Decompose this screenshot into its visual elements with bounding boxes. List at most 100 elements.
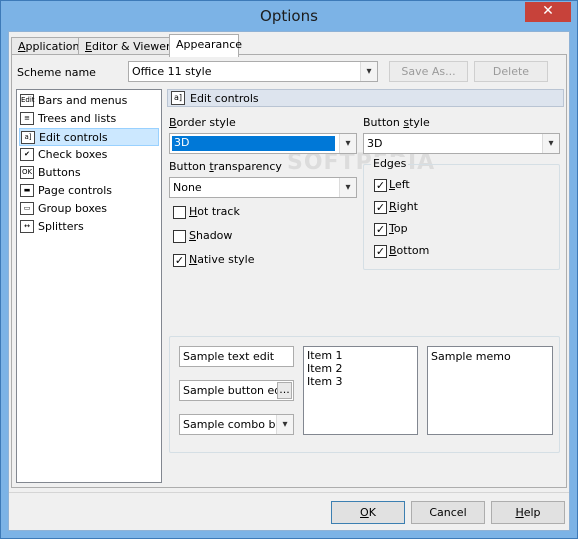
dialog-client: Application Editor & Viewers Appearance … bbox=[8, 31, 570, 531]
hot-track-label[interactable]: Hot track bbox=[189, 205, 240, 218]
border-style-label: Border style bbox=[169, 116, 236, 129]
button-icon: OK bbox=[20, 166, 34, 179]
splitter-icon: ↔ bbox=[20, 220, 34, 233]
edge-bottom-mnemonic: B bbox=[389, 244, 397, 257]
ok-mnemonic: O bbox=[360, 506, 369, 519]
tree-item-page-controls[interactable]: ▬ Page controls bbox=[19, 182, 159, 200]
edit-control-icon: a] bbox=[171, 91, 185, 105]
tree-item-buttons[interactable]: OK Buttons bbox=[19, 164, 159, 182]
tree-item-edit-controls[interactable]: a] Edit controls bbox=[19, 128, 159, 146]
tab-application-label: pplication bbox=[25, 40, 80, 53]
chevron-down-icon[interactable]: ▾ bbox=[339, 178, 356, 197]
edge-top-label[interactable]: Top bbox=[389, 222, 408, 235]
list-item[interactable]: Item 1 bbox=[307, 349, 343, 362]
button-transparency-value: None bbox=[173, 181, 202, 194]
sample-combo-box[interactable]: Sample combo box ▾ bbox=[179, 414, 294, 435]
help-label: elp bbox=[523, 506, 541, 519]
border-style-label-text: order style bbox=[176, 116, 236, 129]
native-style-checkbox[interactable]: ✓ bbox=[173, 254, 186, 267]
tree-item-trees-and-lists[interactable]: ≡ Trees and lists bbox=[19, 110, 159, 128]
tree-item-splitters[interactable]: ↔ Splitters bbox=[19, 218, 159, 236]
checkbox-icon: ✔ bbox=[20, 148, 34, 161]
save-as-button[interactable]: Save As... bbox=[389, 61, 468, 82]
chevron-down-icon[interactable]: ▾ bbox=[542, 134, 559, 153]
chevron-down-icon[interactable]: ▾ bbox=[360, 62, 377, 81]
tree-item-label: Page controls bbox=[38, 184, 112, 197]
sample-groupbox: Sample text edit Sample button edit ... … bbox=[169, 336, 560, 453]
delete-button[interactable]: Delete bbox=[474, 61, 548, 82]
sample-button-edit-value: Sample button edit bbox=[183, 384, 289, 397]
tree-item-label: Bars and menus bbox=[38, 94, 128, 107]
appearance-panel: SOFTPEDIA Scheme name Office 11 style ▾ … bbox=[11, 54, 567, 488]
edge-left-checkbox[interactable]: ✓ bbox=[374, 179, 387, 192]
category-tree[interactable]: Edit Bars and menus ≡ Trees and lists a]… bbox=[16, 89, 162, 483]
native-style-label[interactable]: Native style bbox=[189, 253, 255, 266]
button-style-combo[interactable]: 3D ▾ bbox=[363, 133, 560, 154]
tree-item-check-boxes[interactable]: ✔ Check boxes bbox=[19, 146, 159, 164]
tree-item-label: Buttons bbox=[38, 166, 81, 179]
chevron-down-icon[interactable]: ▾ bbox=[339, 134, 356, 153]
sample-listbox[interactable]: Item 1 Item 2 Item 3 bbox=[303, 346, 418, 435]
page-control-icon: ▬ bbox=[20, 184, 34, 197]
list-item[interactable]: Item 2 bbox=[307, 362, 343, 375]
edge-right-checkbox[interactable]: ✓ bbox=[374, 201, 387, 214]
options-window: Options ✕ Application Editor & Viewers A… bbox=[0, 0, 578, 539]
edge-right-label-text: ight bbox=[396, 200, 418, 213]
edge-top-label-text: op bbox=[393, 222, 408, 235]
tree-item-label: Trees and lists bbox=[38, 112, 117, 125]
scheme-name-combo[interactable]: Office 11 style ▾ bbox=[128, 61, 378, 82]
edge-bottom-label-text: ottom bbox=[396, 244, 430, 257]
groupbox-icon: ▭ bbox=[20, 202, 34, 215]
tree-item-bars-and-menus[interactable]: Edit Bars and menus bbox=[19, 92, 159, 110]
edges-groupbox: Edges ✓ Left ✓ Right ✓ Top ✓ Bottom bbox=[363, 157, 560, 270]
ellipsis-icon[interactable]: ... bbox=[277, 382, 292, 399]
edit-control-icon: a] bbox=[21, 131, 35, 144]
list-item[interactable]: Item 3 bbox=[307, 375, 343, 388]
bars-icon: Edit bbox=[20, 94, 35, 107]
button-style-label: Button style bbox=[363, 116, 430, 129]
sample-text-edit[interactable]: Sample text edit bbox=[179, 346, 294, 367]
button-style-label-pre: Button bbox=[363, 116, 404, 129]
button-style-value: 3D bbox=[367, 137, 383, 150]
close-icon: ✕ bbox=[542, 3, 554, 19]
close-button[interactable]: ✕ bbox=[525, 2, 571, 22]
help-mnemonic: H bbox=[515, 506, 524, 519]
shadow-label[interactable]: Shadow bbox=[189, 229, 232, 242]
tab-appearance[interactable]: Appearance bbox=[169, 34, 243, 57]
sample-memo[interactable]: Sample memo bbox=[427, 346, 553, 435]
edge-bottom-label[interactable]: Bottom bbox=[389, 244, 429, 257]
border-style-combo[interactable]: 3D ▾ bbox=[169, 133, 357, 154]
tree-icon: ≡ bbox=[20, 112, 34, 125]
sample-button-edit[interactable]: Sample button edit ... bbox=[179, 380, 294, 401]
section-header: a] Edit controls bbox=[167, 89, 564, 107]
hot-track-label-text: ot track bbox=[197, 205, 240, 218]
ok-button[interactable]: OK bbox=[331, 501, 405, 524]
shadow-checkbox[interactable] bbox=[173, 230, 186, 243]
edge-right-label[interactable]: Right bbox=[389, 200, 418, 213]
edge-bottom-checkbox[interactable]: ✓ bbox=[374, 245, 387, 258]
section-title: Edit controls bbox=[190, 92, 259, 105]
border-style-value: 3D bbox=[172, 136, 335, 151]
window-title: Options bbox=[260, 7, 318, 25]
button-transparency-label: Button transparency bbox=[169, 160, 282, 173]
tab-appearance-label: Appearance bbox=[176, 38, 243, 51]
native-style-mnemonic: N bbox=[189, 253, 198, 266]
edge-left-label-text: eft bbox=[394, 178, 410, 191]
native-style-label-text: ative style bbox=[197, 253, 255, 266]
edge-left-label[interactable]: Left bbox=[389, 178, 410, 191]
edge-top-checkbox[interactable]: ✓ bbox=[374, 223, 387, 236]
help-button[interactable]: Help bbox=[491, 501, 565, 524]
button-transparency-combo[interactable]: None ▾ bbox=[169, 177, 357, 198]
tree-item-group-boxes[interactable]: ▭ Group boxes bbox=[19, 200, 159, 218]
chevron-down-icon[interactable]: ▾ bbox=[276, 415, 293, 434]
hot-track-checkbox[interactable] bbox=[173, 206, 186, 219]
tree-item-label: Splitters bbox=[38, 220, 84, 233]
sample-text-edit-value: Sample text edit bbox=[183, 350, 275, 363]
tree-item-label: Edit controls bbox=[39, 131, 108, 144]
scheme-name-value: Office 11 style bbox=[132, 65, 212, 78]
tree-item-label: Group boxes bbox=[38, 202, 108, 215]
cancel-button[interactable]: Cancel bbox=[411, 501, 485, 524]
title-bar[interactable]: Options ✕ bbox=[1, 1, 577, 31]
shadow-mnemonic: S bbox=[189, 229, 196, 242]
tree-item-label: Check boxes bbox=[38, 148, 108, 161]
